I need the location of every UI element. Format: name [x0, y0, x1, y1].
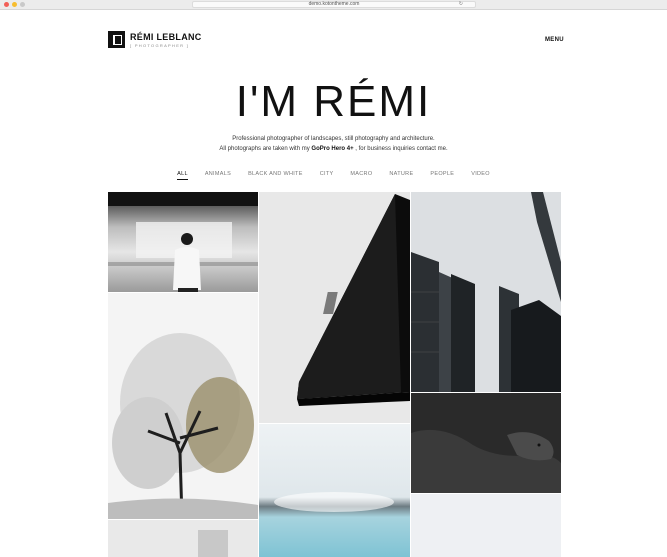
- intro-line-2-post: , for business inquiries contact me.: [355, 146, 448, 152]
- menu-button[interactable]: MENU: [545, 37, 564, 43]
- filter-black-and-white[interactable]: BLACK AND WHITE: [248, 171, 303, 180]
- page-title: I'M RÉMI: [235, 77, 432, 126]
- filter-city[interactable]: CITY: [320, 171, 334, 180]
- photo-tile-snowy-tree[interactable]: [108, 293, 258, 519]
- photo-tile-black-building[interactable]: [259, 192, 410, 423]
- intro-line-2-pre: All photographs are taken with my: [219, 146, 310, 152]
- photo-tile-partial-left[interactable]: [108, 520, 258, 557]
- filter-animals[interactable]: ANIMALS: [205, 171, 231, 180]
- minimize-window-icon[interactable]: [12, 2, 17, 7]
- intro-line-1: Professional photographer of landscapes,…: [232, 136, 435, 142]
- close-window-icon[interactable]: [4, 2, 9, 7]
- portfolio-grid: [108, 192, 561, 557]
- filter-all[interactable]: ALL: [177, 171, 188, 180]
- filter-nature[interactable]: NATURE: [389, 171, 413, 180]
- photo-tile-subway-woman[interactable]: [108, 192, 258, 292]
- brand-tagline: [ PHOTOGRAPHER ]: [130, 43, 190, 48]
- portfolio-filters: ALL ANIMALS BLACK AND WHITE CITY MACRO N…: [0, 171, 667, 180]
- address-bar[interactable]: demo.kotontheme.com ↻: [192, 1, 476, 8]
- photo-tile-blue-lagoon[interactable]: [259, 424, 410, 557]
- intro-line-2: All photographs are taken with my GoPro …: [0, 146, 667, 152]
- photo-tile-partial-right[interactable]: [411, 494, 561, 557]
- filter-people[interactable]: PEOPLE: [430, 171, 454, 180]
- address-bar-url: demo.kotontheme.com: [308, 1, 360, 7]
- photo-tile-skyscrapers[interactable]: [411, 192, 561, 392]
- camera-link[interactable]: GoPro Hero 4+: [311, 146, 353, 152]
- photo-tile-sleeping-dog[interactable]: [411, 393, 561, 493]
- filter-video[interactable]: VIDEO: [471, 171, 490, 180]
- maximize-window-icon[interactable]: [20, 2, 25, 7]
- brand-name[interactable]: RÉMI LEBLANC: [130, 32, 202, 42]
- logo-icon[interactable]: [108, 31, 125, 48]
- browser-toolbar: demo.kotontheme.com ↻: [0, 0, 667, 10]
- reload-icon[interactable]: ↻: [459, 1, 463, 7]
- filter-macro[interactable]: MACRO: [350, 171, 372, 180]
